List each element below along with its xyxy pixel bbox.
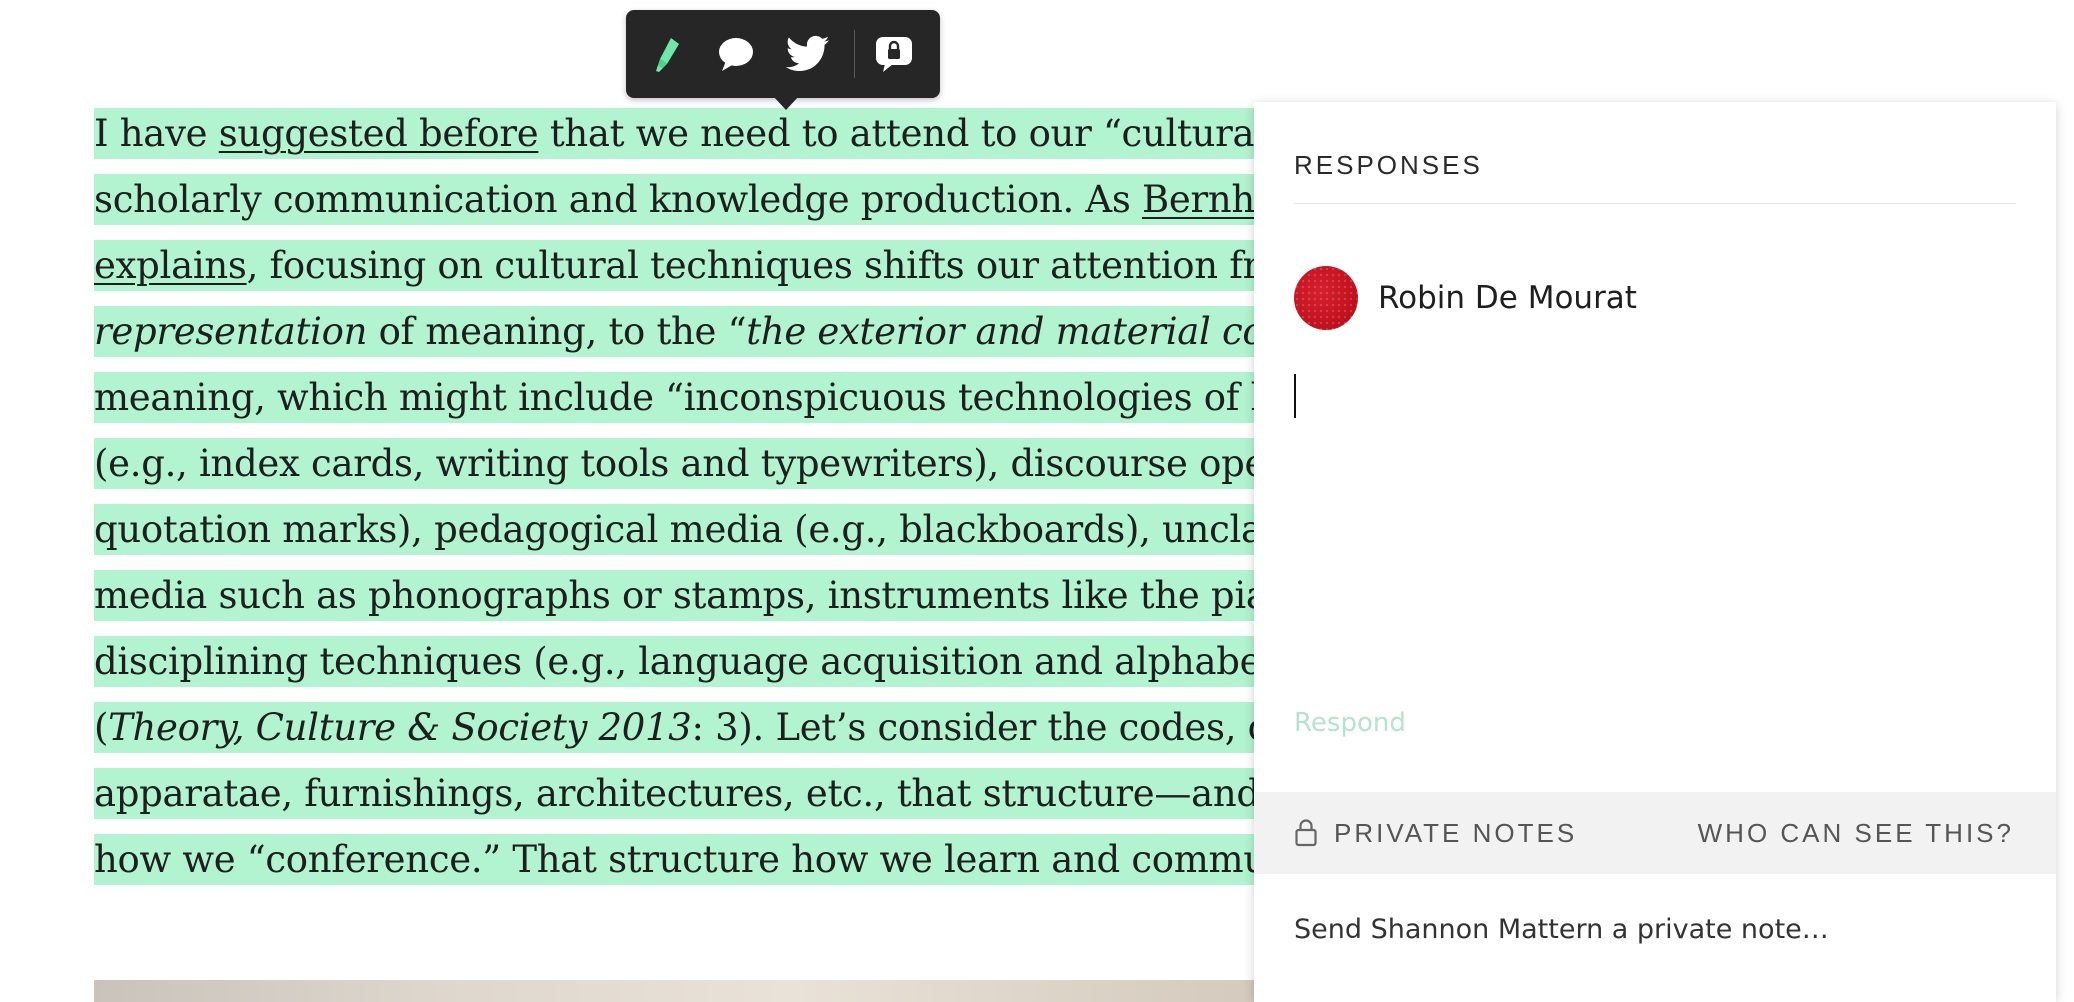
article-line-text: representation of meaning, to the “the e… bbox=[94, 310, 1338, 354]
article-line-text: media such as phonographs or stamps, ins… bbox=[94, 574, 1313, 618]
text-segment: : 3). Let’s consider the codes, conv bbox=[691, 706, 1335, 749]
highlight-toolbar bbox=[626, 10, 940, 110]
text-segment: that we need to attend to our “cultural … bbox=[538, 112, 1314, 155]
article-line: how we “conference.” That structure how … bbox=[94, 834, 1394, 900]
panel-divider bbox=[1294, 203, 2016, 204]
toolbar-separator bbox=[854, 30, 855, 78]
private-notes-toggle[interactable]: PRIVATE NOTES bbox=[1294, 792, 1577, 874]
lock-bubble-icon bbox=[876, 37, 912, 72]
article-line: I have suggested before that we need to … bbox=[94, 108, 1394, 174]
article-line-text: explains, focusing on cultural technique… bbox=[94, 244, 1306, 288]
highlight-button[interactable] bbox=[644, 30, 692, 78]
response-editor[interactable] bbox=[1294, 370, 2016, 570]
responses-heading: RESPONSES bbox=[1294, 150, 1483, 180]
lock-icon bbox=[1295, 819, 1317, 847]
text-cursor bbox=[1294, 374, 1296, 418]
italic-text: the exterior and material condit bbox=[746, 310, 1338, 353]
article-line-text: I have suggested before that we need to … bbox=[94, 112, 1314, 156]
article-line: disciplining techniques (e.g., language … bbox=[94, 636, 1394, 702]
text-segment: meaning, which might include “inconspicu… bbox=[94, 376, 1297, 419]
highlighter-icon bbox=[656, 38, 679, 72]
toolbar-caret bbox=[773, 96, 799, 110]
article-image bbox=[94, 980, 1254, 1002]
twitter-icon bbox=[786, 35, 830, 72]
article-line-text: (e.g., index cards, writing tools and ty… bbox=[94, 442, 1306, 486]
text-segment: disciplining techniques (e.g., language … bbox=[94, 640, 1307, 683]
response-author: Robin De Mourat bbox=[1294, 266, 1637, 330]
article-line: (e.g., index cards, writing tools and ty… bbox=[94, 438, 1394, 504]
article-line-text: disciplining techniques (e.g., language … bbox=[94, 640, 1307, 684]
avatar[interactable] bbox=[1294, 266, 1358, 330]
who-can-see-link[interactable]: WHO CAN SEE THIS? bbox=[1698, 792, 2014, 874]
text-segment: ( bbox=[94, 706, 109, 749]
article-line: representation of meaning, to the “the e… bbox=[94, 306, 1394, 372]
article-line: (Theory, Culture & Society 2013: 3). Let… bbox=[94, 702, 1394, 768]
private-note-input[interactable]: Send Shannon Mattern a private note… bbox=[1294, 914, 2016, 945]
private-note-button[interactable] bbox=[870, 30, 918, 78]
private-notes-label: PRIVATE NOTES bbox=[1334, 817, 1578, 848]
tweet-button[interactable] bbox=[784, 30, 832, 78]
text-segment: how we “conference.” That structure how … bbox=[94, 838, 1302, 881]
italic-text: Theory, Culture & Society 2013 bbox=[108, 706, 692, 749]
responses-panel: RESPONSES Robin De Mourat Respond PRIVAT… bbox=[1254, 102, 2056, 1002]
text-segment: media such as phonographs or stamps, ins… bbox=[94, 574, 1314, 617]
text-segment: (e.g., index cards, writing tools and ty… bbox=[94, 442, 1306, 485]
speech-bubble-icon bbox=[719, 38, 753, 71]
text-segment: , focusing on cultural techniques shifts… bbox=[246, 244, 1306, 287]
respond-submit-button[interactable]: Respond bbox=[1294, 708, 1406, 738]
article-line: meaning, which might include “inconspicu… bbox=[94, 372, 1394, 438]
article-line-text: quotation marks), pedagogical media (e.g… bbox=[94, 508, 1300, 552]
text-segment: apparatae, furnishings, architectures, e… bbox=[94, 772, 1294, 815]
inline-link[interactable]: explains bbox=[94, 244, 247, 287]
text-segment: of meaning, to the “ bbox=[367, 310, 747, 353]
inline-link[interactable]: suggested before bbox=[219, 112, 539, 155]
author-name: Robin De Mourat bbox=[1378, 280, 1637, 316]
italic-text: representation bbox=[94, 310, 368, 353]
private-notes-bar: PRIVATE NOTES WHO CAN SEE THIS? bbox=[1254, 792, 2056, 874]
article-body: I have suggested before that we need to … bbox=[94, 108, 1394, 900]
text-segment: I have bbox=[94, 112, 219, 155]
article-line-text: how we “conference.” That structure how … bbox=[94, 838, 1302, 882]
text-segment: scholarly communication and knowledge pr… bbox=[94, 178, 1142, 221]
article-line-text: apparatae, furnishings, architectures, e… bbox=[94, 772, 1294, 816]
article-line: scholarly communication and knowledge pr… bbox=[94, 174, 1394, 240]
article-line: quotation marks), pedagogical media (e.g… bbox=[94, 504, 1394, 570]
article-line-text: meaning, which might include “inconspicu… bbox=[94, 376, 1297, 420]
article-line: media such as phonographs or stamps, ins… bbox=[94, 570, 1394, 636]
text-segment: quotation marks), pedagogical media (e.g… bbox=[94, 508, 1301, 551]
article-line: explains, focusing on cultural technique… bbox=[94, 240, 1394, 306]
article-line: apparatae, furnishings, architectures, e… bbox=[94, 768, 1394, 834]
article-line-text: scholarly communication and knowledge pr… bbox=[94, 178, 1294, 222]
respond-button[interactable] bbox=[712, 30, 760, 78]
article-line-text: (Theory, Culture & Society 2013: 3). Let… bbox=[94, 706, 1334, 750]
